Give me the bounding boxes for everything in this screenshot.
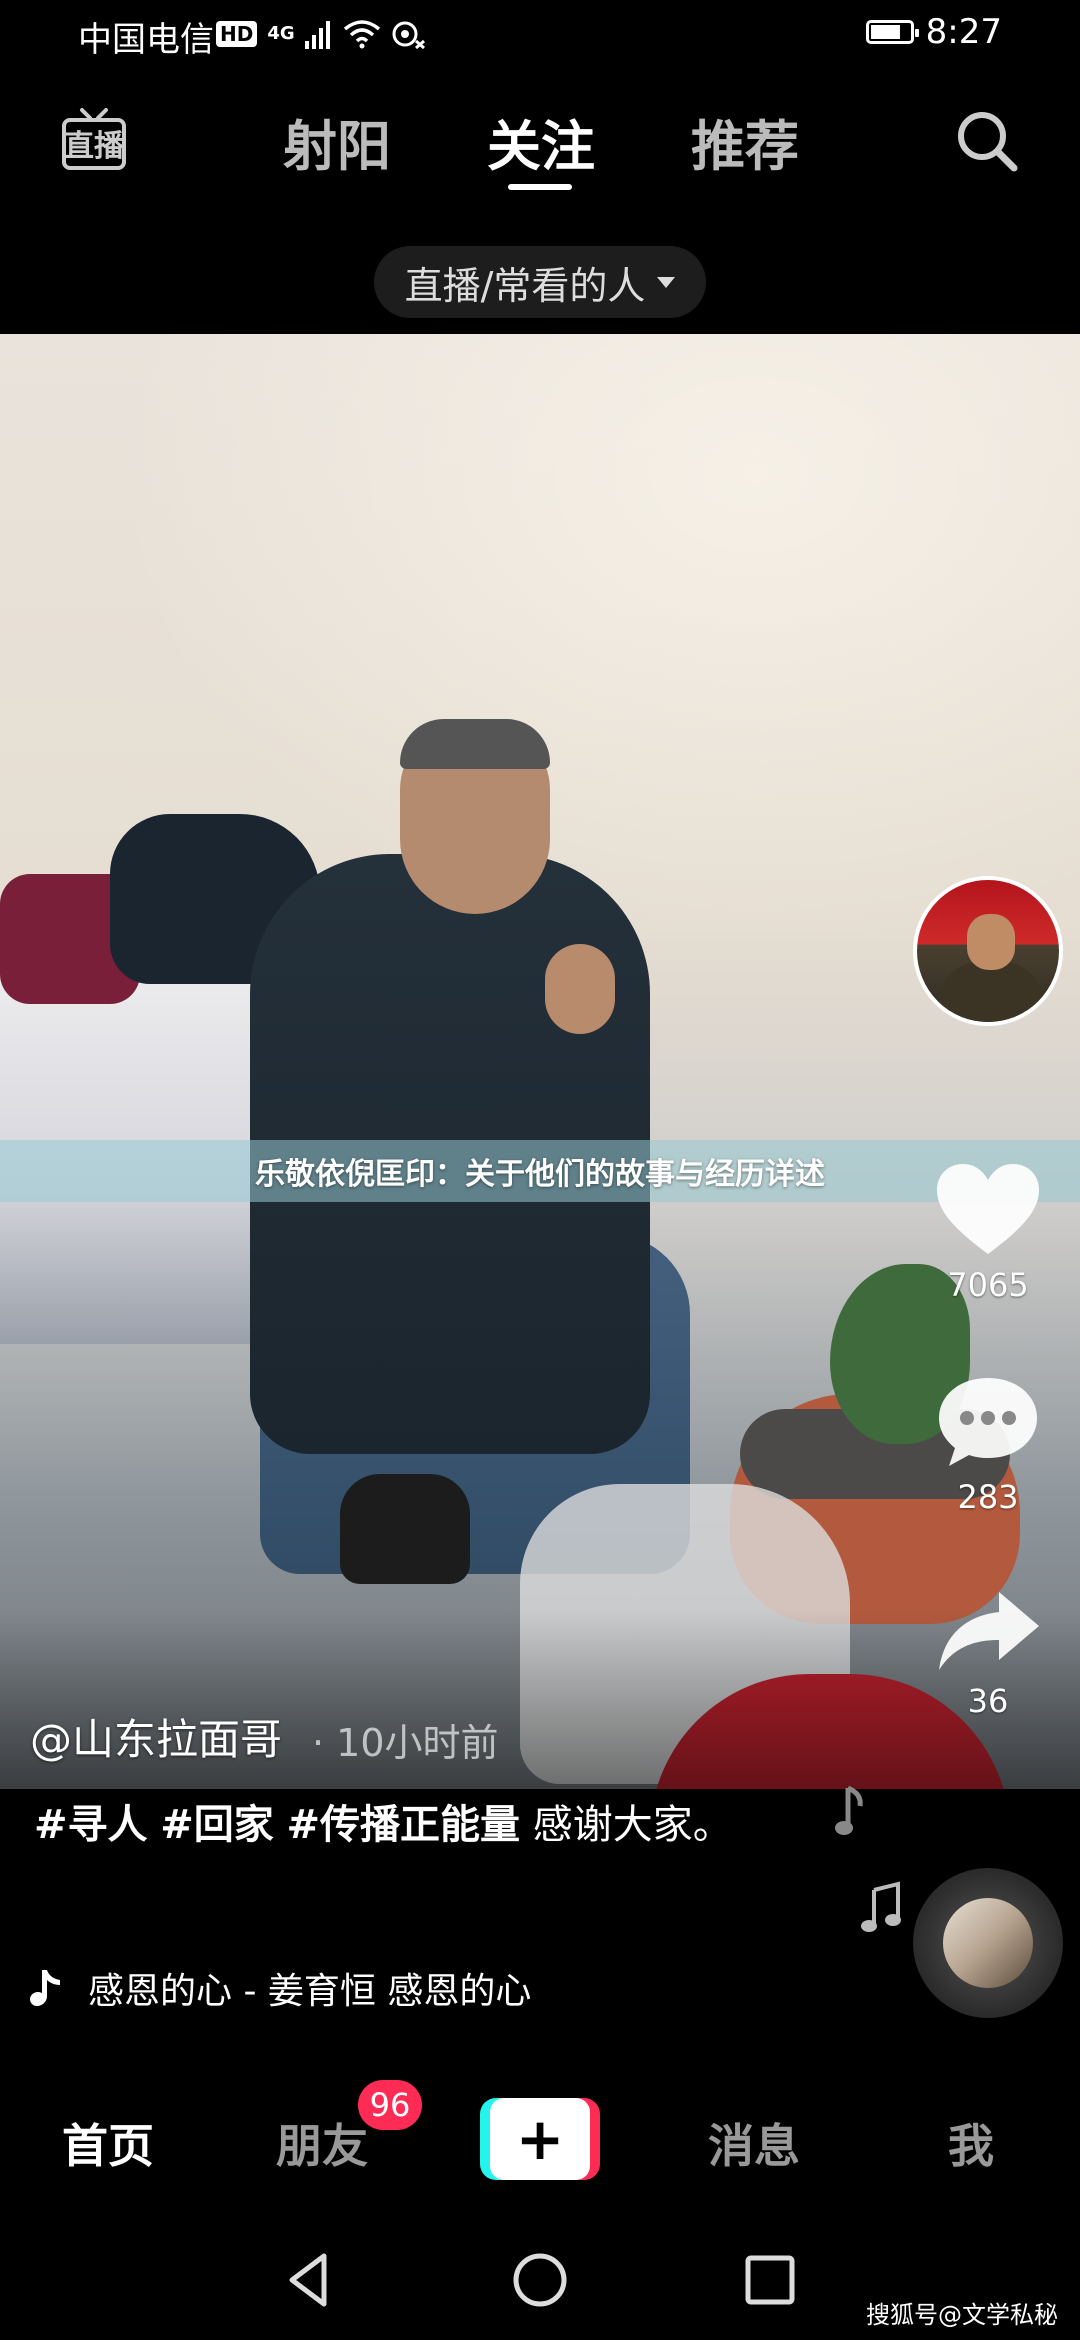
active-tab-indicator	[508, 184, 572, 190]
hd-icon: HD	[216, 21, 258, 47]
music-note-icon	[835, 1785, 863, 1835]
recents-square-icon[interactable]	[740, 2250, 800, 2310]
video-frame-person-hand	[545, 944, 615, 1034]
battery-fill	[870, 25, 900, 39]
home-circle-icon[interactable]	[510, 2250, 570, 2310]
tab-friends[interactable]: 朋友	[276, 2110, 368, 2176]
watermark: 搜狐号@文学私秘	[866, 2301, 1058, 2329]
status-right: 8:27	[865, 12, 1002, 52]
network-type-label: 4G	[267, 23, 295, 44]
music-disc-cover	[943, 1898, 1033, 1988]
caption-text: 感谢大家。	[532, 1802, 733, 1848]
comment-button[interactable]: 283	[928, 1372, 1048, 1516]
video-frame-person-hair	[400, 719, 550, 769]
tab-recommended[interactable]: 推荐	[691, 102, 799, 181]
signal-icon	[304, 21, 330, 49]
like-count: 7065	[947, 1266, 1029, 1304]
avatar-face	[967, 914, 1015, 970]
filter-label: 直播/常看的人	[404, 263, 646, 308]
clock: 8:27	[925, 12, 1002, 52]
tab-me[interactable]: 我	[948, 2110, 994, 2176]
overlay-title-banner: 乐敬依倪匡印：关于他们的故事与经历详述	[0, 1140, 1080, 1202]
post-time: · 10小时前	[312, 1721, 499, 1765]
top-navigation: 直播 射阳 关注 推荐	[0, 72, 1080, 222]
music-title: 感恩的心 - 姜育恒 感恩的心	[88, 1971, 532, 2012]
tab-local[interactable]: 射阳	[283, 102, 391, 181]
bottom-tab-bar: 首页 朋友 96 + 消息 我	[0, 2080, 1080, 2200]
hashtag[interactable]: #寻人	[34, 1802, 148, 1848]
video-player[interactable]	[0, 334, 1080, 1789]
live-tv-icon[interactable]: 直播	[58, 104, 130, 176]
carrier-label: 中国电信	[78, 20, 214, 60]
share-button[interactable]: 36	[928, 1586, 1048, 1720]
share-count: 36	[967, 1682, 1009, 1720]
battery-icon	[865, 20, 919, 44]
tab-messages[interactable]: 消息	[708, 2110, 800, 2176]
like-button[interactable]: 7065	[928, 1160, 1048, 1304]
music-info[interactable]: 感恩的心 - 姜育恒 感恩的心	[30, 1960, 590, 2016]
live-icon-label: 直播	[64, 129, 125, 164]
wifi-icon	[343, 20, 380, 49]
tiktok-note-icon	[30, 1970, 60, 2006]
search-icon[interactable]	[954, 108, 1020, 174]
author-avatar[interactable]	[913, 876, 1063, 1026]
hotspot-icon	[392, 21, 425, 49]
avatar-suit	[939, 962, 1043, 1022]
back-icon[interactable]	[280, 2250, 340, 2310]
create-button-face: +	[490, 2098, 590, 2180]
douyin-app-screen: 中国电信 HD 4G 8:27 直播 射阳 关注 推荐 直播/常看的人 乐敬依倪…	[0, 0, 1080, 2340]
overlay-title: 乐敬依倪匡印：关于他们的故事与经历详述	[255, 1157, 825, 1192]
status-icons: HD 4G	[216, 14, 427, 54]
video-frame-shoe	[340, 1474, 470, 1584]
comment-icon	[939, 1378, 1037, 1466]
comment-count: 283	[957, 1478, 1019, 1516]
status-bar: 中国电信 HD 4G 8:27	[0, 0, 1080, 72]
hashtag[interactable]: #传播正能量	[286, 1802, 520, 1848]
author-name[interactable]: @山东拉面哥	[30, 1706, 282, 1767]
tab-home[interactable]: 首页	[62, 2110, 154, 2176]
create-button[interactable]: +	[480, 2098, 600, 2180]
music-disc[interactable]	[913, 1868, 1063, 2018]
friends-badge: 96	[358, 2080, 422, 2130]
music-note-icon	[861, 1881, 901, 1932]
video-caption: #寻人 #回家 #传播正能量 感谢大家。	[34, 1790, 734, 1860]
tab-following[interactable]: 关注	[487, 102, 595, 181]
hashtag[interactable]: #回家	[160, 1802, 274, 1848]
plus-icon: +	[515, 2105, 565, 2173]
share-arrow-icon	[939, 1592, 1039, 1670]
heart-icon	[937, 1164, 1039, 1254]
chevron-down-icon	[657, 276, 676, 288]
live-filter-dropdown[interactable]: 直播/常看的人	[374, 246, 706, 318]
